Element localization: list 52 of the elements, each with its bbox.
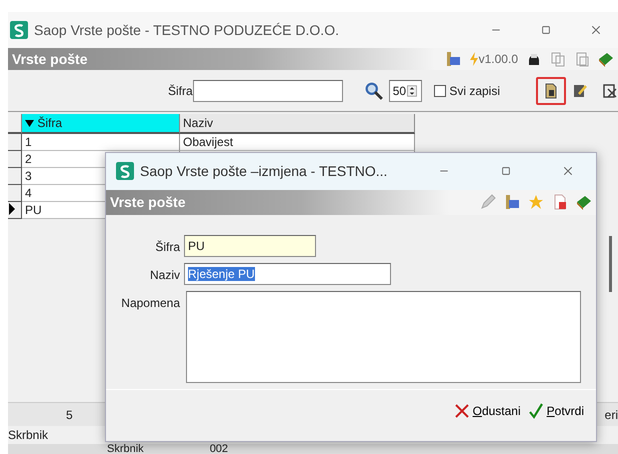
row-header[interactable] [8, 202, 22, 219]
printer-icon[interactable] [526, 51, 542, 67]
row-header[interactable] [8, 168, 22, 185]
status-label: Skrbnik [8, 427, 48, 444]
input-field[interactable]: PU [184, 234, 316, 257]
textarea-field[interactable] [186, 290, 581, 383]
checkmark-icon [528, 402, 544, 419]
filter-field[interactable] [192, 80, 343, 102]
cancel-button[interactable]: Odustani [452, 402, 523, 420]
row-header[interactable] [8, 185, 22, 202]
current-row-icon [8, 203, 16, 216]
column-header: eri [604, 406, 618, 424]
all-records-checkbox[interactable]: Svi zapisi [434, 82, 500, 100]
close-document-icon[interactable] [552, 194, 568, 210]
row-header[interactable] [8, 151, 22, 168]
maximize-icon [540, 24, 552, 36]
field-label: Naziv [148, 266, 180, 284]
window-layout-icon[interactable] [504, 194, 520, 210]
filter-label: Šifra [168, 82, 193, 100]
page-size-spinner[interactable]: 50 [388, 80, 422, 102]
book-icon[interactable] [598, 51, 614, 67]
table-cell: Obavijest [180, 134, 415, 151]
app-logo-icon [116, 162, 134, 180]
row-count: 5 [66, 406, 73, 424]
star-icon[interactable] [528, 194, 544, 210]
table-cell: Skrbnik [107, 444, 144, 454]
column-header[interactable]: Šifra [22, 114, 180, 134]
window-title: Saop Vrste pošte - TESTNO PODUZEĆE D.O.O. [34, 20, 339, 40]
row-header[interactable] [8, 134, 22, 151]
table-cell: 1 [22, 134, 180, 151]
lightning-icon [468, 52, 479, 66]
window-layout-icon[interactable] [444, 51, 461, 67]
spin-arrows-icon[interactable] [406, 82, 418, 98]
close-icon [562, 165, 574, 178]
sort-arrow-icon [25, 120, 34, 128]
panel-title: Vrste pošte [12, 50, 88, 69]
maximize-icon [500, 165, 512, 178]
table-cell: 002 [210, 444, 228, 454]
new-document-icon[interactable] [536, 76, 566, 104]
delete-document-icon[interactable] [602, 82, 618, 98]
version-label[interactable]: v1.00.0 [468, 50, 518, 68]
search-icon[interactable] [364, 82, 383, 100]
edit-document-icon[interactable] [572, 82, 588, 98]
close-icon [590, 24, 602, 36]
scrollbar[interactable] [609, 236, 612, 292]
book-icon[interactable] [576, 194, 592, 210]
field-label: Šifra [154, 238, 180, 256]
cancel-icon [454, 402, 470, 419]
confirm-button[interactable]: Potvrdi [526, 402, 586, 420]
field-label: Napomena [120, 294, 180, 312]
column-header[interactable]: Naziv [180, 114, 415, 134]
input-field[interactable]: Rješenje PU [184, 262, 391, 285]
